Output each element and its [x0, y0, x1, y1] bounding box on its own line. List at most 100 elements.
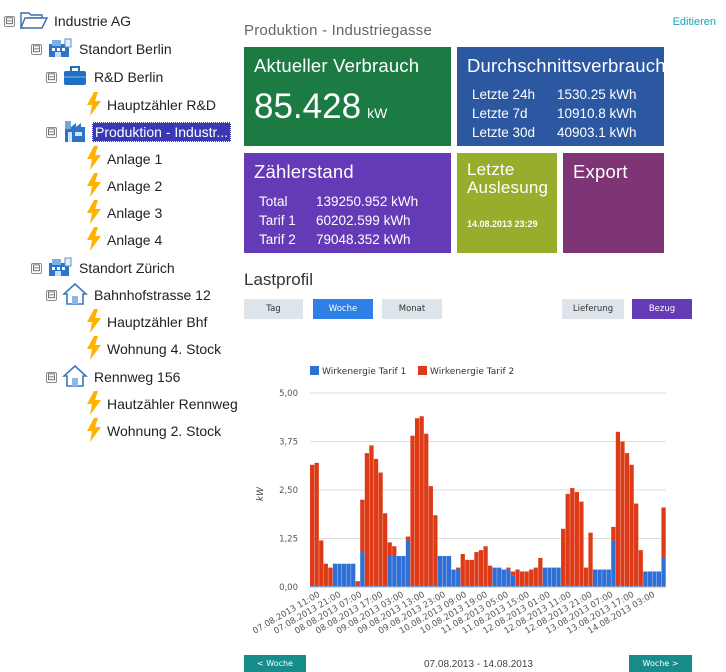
tree-label: Hauptzähler Bhf — [107, 314, 208, 330]
bar-tarif-2 — [378, 472, 383, 586]
current-consumption-value: 85.428 kW — [254, 87, 387, 127]
average-row: Letzte 24h 1530.25 kWh — [472, 85, 637, 104]
bar-tarif-2 — [474, 552, 479, 586]
tree-label: Rennweg 156 — [94, 369, 181, 385]
bar-tarif-1 — [437, 555, 443, 587]
collapse-icon[interactable]: ⊟ — [31, 43, 42, 55]
tree-label: Anlage 2 — [107, 178, 163, 194]
bar-tarif-2 — [483, 546, 488, 586]
bar-tarif-1 — [405, 540, 411, 587]
briefcase-icon — [62, 65, 88, 90]
tile-average-consumption[interactable]: Durchschnittsverbrauch Letzte 24h 1530.25… — [457, 47, 666, 146]
meter-row: Tarif 1 60202.599 kWh — [259, 211, 418, 230]
row-value: 10910.8 kWh — [557, 106, 637, 121]
bar-tarif-2 — [387, 542, 392, 556]
tile-last-reading[interactable]: Letzte Auslesung 14.08.2013 23:29 — [457, 153, 557, 253]
tree-node-anlage-1[interactable]: Anlage 1 — [87, 145, 164, 172]
bar-tarif-1 — [510, 575, 516, 587]
bar-tarif-2 — [460, 554, 465, 586]
average-rows: Letzte 24h 1530.25 kWh Letzte 7d 10910.8 k… — [472, 85, 637, 142]
bar-tarif-2 — [661, 507, 666, 558]
tile-export[interactable]: Export — [563, 153, 664, 253]
tree-label: Wohnung 4. Stock — [107, 341, 222, 357]
monat-button[interactable]: Monat — [382, 299, 442, 319]
tree-node-hauptzaehler-rennweg[interactable]: Hautzähler Rennweg — [87, 390, 240, 417]
tree-node-anlage-2[interactable]: Anlage 2 — [87, 172, 164, 200]
y-tick-label: 2,50 — [279, 486, 298, 496]
bar-tarif-1 — [597, 569, 602, 587]
tree-node-industrie-ag[interactable]: ⊟ Industrie AG — [4, 8, 133, 34]
average-row: Letzte 7d 10910.8 kWh — [472, 104, 637, 123]
prev-week-button[interactable]: < Woche — [244, 655, 306, 672]
bar-tarif-2 — [369, 445, 374, 586]
bar-tarif-2 — [519, 571, 525, 586]
tree-label: Hautzähler Rennweg — [107, 396, 238, 412]
tree-label: Standort Berlin — [79, 41, 172, 57]
tile-title: Letzte Auslesung — [467, 161, 548, 197]
bar-tarif-2 — [524, 571, 529, 586]
row-value: 139250.952 kWh — [316, 194, 419, 209]
factory-icon — [62, 119, 88, 146]
tree-node-bahnhofstrasse[interactable]: ⊟ Bahnhofstrasse 12 — [46, 282, 213, 308]
bar-tarif-2 — [634, 503, 639, 586]
tree-node-hauptzaehler-bhf[interactable]: Hauptzähler Bhf — [87, 308, 209, 335]
tile-meter-reading[interactable]: Zählerstand Total 139250.952 kWh Tarif 1 6… — [244, 153, 451, 253]
tree-label: Anlage 1 — [107, 151, 163, 167]
bar-tarif-2 — [414, 418, 420, 586]
tree-node-anlage-4[interactable]: Anlage 4 — [87, 226, 164, 254]
tree-label: Produktion - Industr... — [92, 122, 232, 142]
bar-tarif-1 — [337, 563, 342, 587]
bar-tarif-2 — [319, 540, 324, 586]
next-week-button[interactable]: Woche > — [629, 655, 692, 672]
title-line: Auslesung — [467, 178, 549, 197]
tree-node-wohnung-4[interactable]: Wohnung 4. Stock — [87, 335, 223, 362]
collapse-icon[interactable]: ⊟ — [46, 289, 57, 301]
section-title: Lastprofil — [244, 270, 313, 289]
bar-tarif-1 — [360, 552, 365, 587]
collapse-icon[interactable]: ⊟ — [46, 126, 57, 138]
tree-node-wohnung-2[interactable]: Wohnung 2. Stock — [87, 417, 223, 444]
bar-tarif-1 — [346, 563, 351, 587]
tag-button[interactable]: Tag — [244, 299, 303, 319]
bar-tarif-1 — [556, 567, 561, 587]
bar-tarif-2 — [323, 563, 328, 586]
collapse-icon[interactable]: ⊟ — [46, 71, 57, 83]
lightning-icon — [87, 172, 101, 200]
tree-node-rd-berlin[interactable]: ⊟ R&D Berlin — [46, 64, 165, 90]
tile-title: Aktueller Verbrauch — [254, 55, 420, 76]
bar-tarif-2 — [515, 569, 520, 586]
tile-current-consumption[interactable]: Aktueller Verbrauch 85.428 kW — [244, 47, 451, 146]
page-title: Produktion - Industriegasse — [244, 22, 433, 39]
edit-link[interactable]: Editieren — [673, 16, 716, 28]
lightning-icon — [87, 226, 101, 254]
collapse-icon[interactable]: ⊟ — [31, 262, 42, 274]
lieferung-button[interactable]: Lieferung — [562, 299, 624, 319]
bar-tarif-1 — [392, 555, 397, 587]
lightning-icon — [87, 91, 101, 119]
bar-tarif-2 — [364, 453, 370, 586]
tree-node-produktion[interactable]: ⊟ Produktion - Industr... — [46, 119, 232, 146]
load-profile-chart: 0,00 1,25 2,50 3,75 5,00 kW Wirkenergie Tarif … — [251, 366, 666, 637]
collapse-icon[interactable]: ⊟ — [46, 371, 57, 383]
woche-button[interactable]: Woche — [313, 299, 373, 319]
legend-swatch — [418, 366, 427, 375]
tree-node-hauptzaehler-rd[interactable]: Hauptzähler R&D — [87, 91, 218, 119]
legend-swatch — [310, 366, 319, 375]
tree-node-standort-zurich[interactable]: ⊟ Standort Zürich — [31, 255, 177, 281]
y-axis-label: kW — [256, 486, 266, 501]
tree-node-rennweg[interactable]: ⊟ Rennweg 156 — [46, 364, 182, 390]
bezug-button[interactable]: Bezug — [632, 299, 692, 319]
folder-open-icon — [19, 10, 49, 33]
tree-label: Anlage 3 — [107, 205, 163, 221]
bar-tarif-1 — [602, 569, 607, 587]
row-label: Tarif 1 — [259, 213, 296, 228]
bar-tarif-2 — [355, 581, 360, 586]
bar-tarif-2 — [611, 526, 616, 541]
collapse-icon[interactable]: ⊟ — [4, 15, 15, 27]
tree-label: Standort Zürich — [79, 260, 175, 276]
bar-tarif-1 — [551, 567, 557, 587]
tree-node-anlage-3[interactable]: Anlage 3 — [87, 199, 164, 226]
bar-tarif-2 — [478, 550, 484, 586]
date-range-label: 07.08.2013 - 14.08.2013 — [424, 659, 533, 670]
tree-node-standort-berlin[interactable]: ⊟ Standort Berlin — [31, 36, 174, 62]
